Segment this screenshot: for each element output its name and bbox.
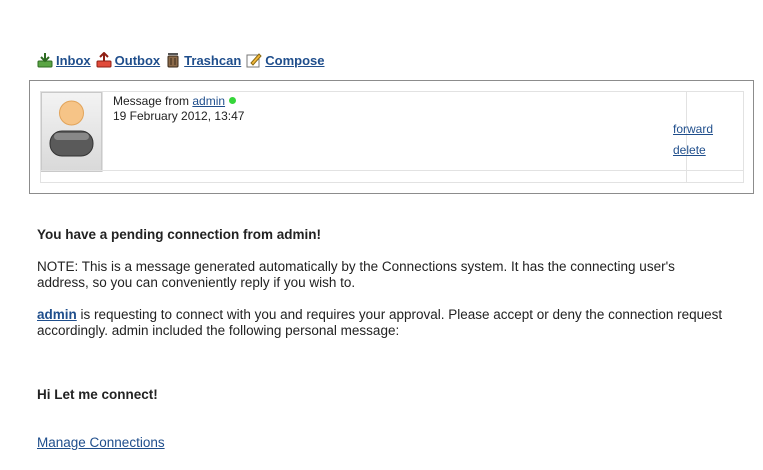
message-meta: Message from admin 19 February 2012, 13:… (113, 94, 244, 124)
message-header-table: Message from admin 19 February 2012, 13:… (40, 91, 744, 183)
trashcan-icon (167, 53, 179, 68)
nav-item-inbox[interactable]: Inbox (37, 52, 91, 68)
default-user-icon (49, 100, 94, 157)
manage-connections-link[interactable]: Manage Connections (37, 435, 165, 450)
sender-link[interactable]: admin (192, 94, 225, 108)
nav-item-compose[interactable]: Compose (246, 52, 325, 68)
compose-icon (246, 53, 262, 68)
auto-note: NOTE: This is a message generated automa… (37, 259, 675, 290)
nav-compose-link[interactable]: Compose (265, 53, 324, 68)
nav-item-trashcan[interactable]: Trashcan (165, 52, 241, 68)
delete-link[interactable]: delete (673, 140, 713, 161)
nav-item-outbox[interactable]: Outbox (96, 52, 161, 68)
inbox-icon (37, 53, 53, 68)
request-paragraph: admin is requesting to connect with you … (37, 307, 727, 339)
message-actions: forward delete (673, 119, 713, 161)
avatar-cell (41, 92, 103, 172)
message-from-line: Message from admin (113, 94, 244, 109)
table-divider (41, 170, 743, 171)
manage-connections-line: Manage Connections (37, 435, 727, 451)
avatar[interactable] (41, 92, 102, 172)
online-status-icon (229, 97, 237, 104)
personal-message: Hi Let me connect! (37, 387, 158, 402)
message-from-prefix: Message from (113, 94, 190, 108)
request-text: is requesting to connect with you and re… (37, 307, 723, 338)
message-date: 19 February 2012, 13:47 (113, 109, 245, 123)
outbox-icon (96, 52, 112, 68)
mailbox-nav: Inbox Outbox Trashcan Compose (37, 51, 330, 69)
message-heading: You have a pending connection from admin… (37, 227, 322, 242)
forward-link[interactable]: forward (673, 119, 713, 140)
nav-trashcan-link[interactable]: Trashcan (184, 53, 241, 68)
nav-inbox-link[interactable]: Inbox (56, 53, 91, 68)
message-body: You have a pending connection from admin… (37, 227, 727, 451)
message-header-box: Message from admin 19 February 2012, 13:… (29, 80, 754, 194)
requester-link[interactable]: admin (37, 307, 77, 322)
nav-outbox-link[interactable]: Outbox (115, 53, 161, 68)
